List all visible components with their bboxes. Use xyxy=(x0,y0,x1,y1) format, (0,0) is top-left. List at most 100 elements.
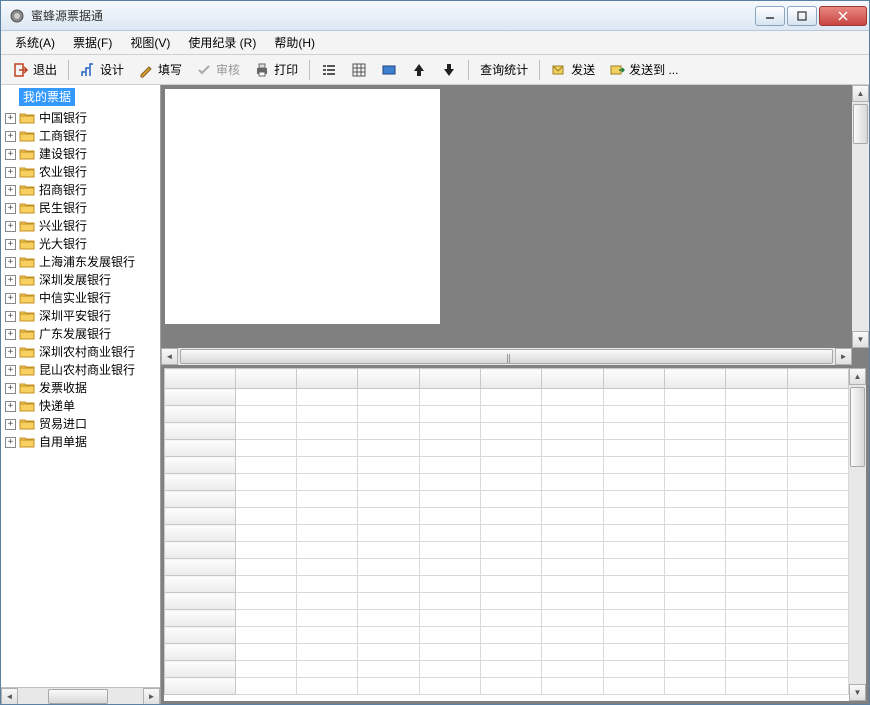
cell[interactable] xyxy=(358,678,419,695)
scroll-down-icon[interactable]: ▼ xyxy=(849,684,866,701)
table-row[interactable] xyxy=(165,508,849,525)
cell[interactable] xyxy=(726,474,787,491)
cell[interactable] xyxy=(664,627,725,644)
cell[interactable] xyxy=(726,576,787,593)
cell[interactable] xyxy=(297,440,358,457)
table-row[interactable] xyxy=(165,525,849,542)
cell[interactable] xyxy=(358,542,419,559)
expand-icon[interactable]: + xyxy=(5,185,16,196)
cell[interactable] xyxy=(358,474,419,491)
minimize-button[interactable] xyxy=(755,6,785,26)
cell[interactable] xyxy=(235,576,296,593)
cell[interactable] xyxy=(542,559,603,576)
cell[interactable] xyxy=(603,542,664,559)
table-row[interactable] xyxy=(165,678,849,695)
table-row[interactable] xyxy=(165,389,849,406)
cell[interactable] xyxy=(297,661,358,678)
scroll-left-icon[interactable]: ◄ xyxy=(161,348,178,365)
cell[interactable] xyxy=(481,525,542,542)
cell[interactable] xyxy=(542,542,603,559)
cell[interactable] xyxy=(358,508,419,525)
cell[interactable] xyxy=(165,389,236,406)
table-row[interactable] xyxy=(165,406,849,423)
expand-icon[interactable]: + xyxy=(5,113,16,124)
cell[interactable] xyxy=(664,491,725,508)
column-header[interactable] xyxy=(165,369,236,389)
cell[interactable] xyxy=(297,678,358,695)
column-header[interactable] xyxy=(419,369,480,389)
preview-vscroll[interactable]: ▲ ▼ xyxy=(852,85,869,348)
cell[interactable] xyxy=(787,423,848,440)
expand-icon[interactable]: + xyxy=(5,149,16,160)
cell[interactable] xyxy=(603,508,664,525)
cell[interactable] xyxy=(165,440,236,457)
cell[interactable] xyxy=(787,406,848,423)
cell[interactable] xyxy=(358,661,419,678)
fill-button[interactable]: 填写 xyxy=(132,58,188,81)
table-row[interactable] xyxy=(165,474,849,491)
cell[interactable] xyxy=(235,508,296,525)
cell[interactable] xyxy=(419,678,480,695)
expand-icon[interactable]: + xyxy=(5,365,16,376)
cell[interactable] xyxy=(787,576,848,593)
cell[interactable] xyxy=(165,491,236,508)
tree-node[interactable]: +深圳农村商业银行 xyxy=(3,343,158,361)
grid-vscroll[interactable]: ▲ ▼ xyxy=(849,368,866,701)
print-button[interactable]: 打印 xyxy=(248,58,304,81)
tree-node[interactable]: +昆山农村商业银行 xyxy=(3,361,158,379)
cell[interactable] xyxy=(542,678,603,695)
cell[interactable] xyxy=(297,610,358,627)
cell[interactable] xyxy=(787,508,848,525)
cell[interactable] xyxy=(481,508,542,525)
cell[interactable] xyxy=(603,406,664,423)
close-button[interactable] xyxy=(819,6,867,26)
cell[interactable] xyxy=(603,457,664,474)
cell[interactable] xyxy=(664,593,725,610)
cell[interactable] xyxy=(358,593,419,610)
cell[interactable] xyxy=(165,678,236,695)
cell[interactable] xyxy=(542,389,603,406)
scroll-left-icon[interactable]: ◄ xyxy=(1,688,18,705)
tree-node[interactable]: +广东发展银行 xyxy=(3,325,158,343)
table-row[interactable] xyxy=(165,559,849,576)
sendto-button[interactable]: 发送到 ... xyxy=(603,58,684,81)
tree-node[interactable]: +中信实业银行 xyxy=(3,289,158,307)
cell[interactable] xyxy=(481,559,542,576)
cell[interactable] xyxy=(664,525,725,542)
cell[interactable] xyxy=(419,559,480,576)
cell[interactable] xyxy=(235,610,296,627)
cell[interactable] xyxy=(542,644,603,661)
table-row[interactable] xyxy=(165,627,849,644)
cell[interactable] xyxy=(664,661,725,678)
scroll-right-icon[interactable]: ► xyxy=(143,688,160,705)
expand-icon[interactable]: + xyxy=(5,437,16,448)
design-button[interactable]: 设计 xyxy=(74,58,130,81)
cell[interactable] xyxy=(481,661,542,678)
table-row[interactable] xyxy=(165,423,849,440)
cell[interactable] xyxy=(235,389,296,406)
cell[interactable] xyxy=(481,593,542,610)
cell[interactable] xyxy=(603,525,664,542)
cell[interactable] xyxy=(603,678,664,695)
cell[interactable] xyxy=(664,508,725,525)
up-button[interactable] xyxy=(405,59,433,81)
view-list-button[interactable] xyxy=(315,59,343,81)
cell[interactable] xyxy=(297,644,358,661)
cell[interactable] xyxy=(297,508,358,525)
cell[interactable] xyxy=(297,491,358,508)
cell[interactable] xyxy=(358,525,419,542)
tree-node[interactable]: +发票收据 xyxy=(3,379,158,397)
cell[interactable] xyxy=(787,644,848,661)
cell[interactable] xyxy=(542,661,603,678)
cell[interactable] xyxy=(481,440,542,457)
cell[interactable] xyxy=(603,474,664,491)
tree-node[interactable]: +快递单 xyxy=(3,397,158,415)
cell[interactable] xyxy=(165,406,236,423)
cell[interactable] xyxy=(787,678,848,695)
tree-node[interactable]: +光大银行 xyxy=(3,235,158,253)
cell[interactable] xyxy=(542,508,603,525)
cell[interactable] xyxy=(297,389,358,406)
cell[interactable] xyxy=(358,406,419,423)
tree-node[interactable]: +兴业银行 xyxy=(3,217,158,235)
cell[interactable] xyxy=(235,457,296,474)
